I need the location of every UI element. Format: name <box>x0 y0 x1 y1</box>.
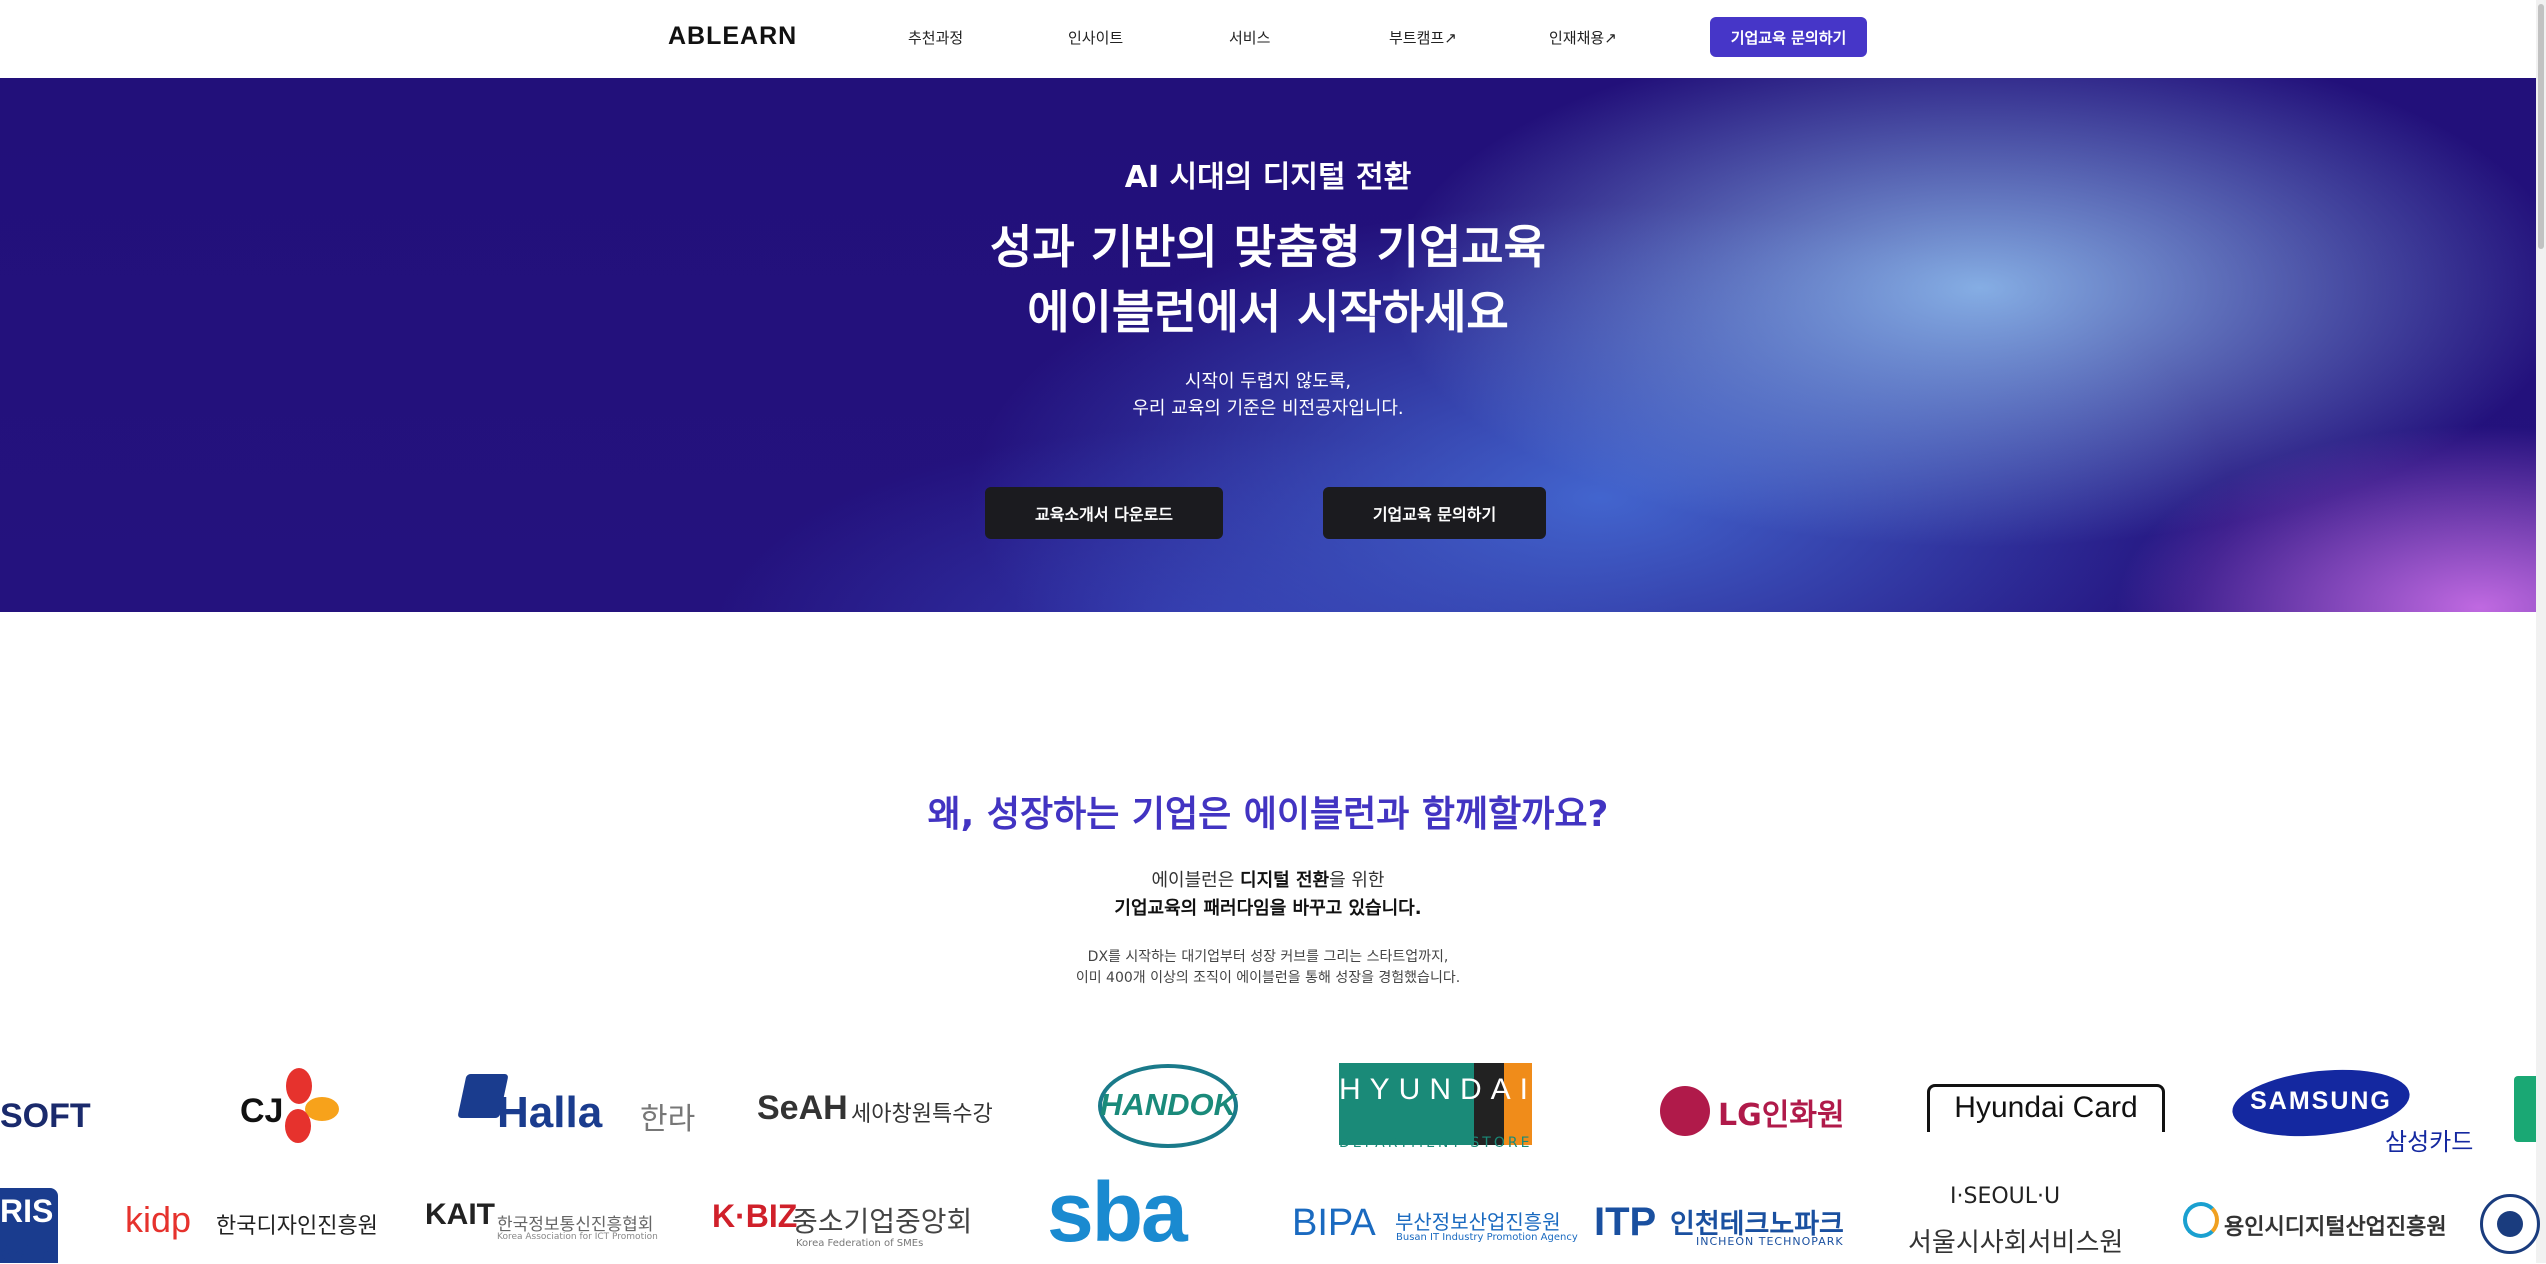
kait-sub: Korea Association for ICT Promotion <box>497 1232 658 1242</box>
university-seal <box>2480 1194 2540 1254</box>
ablearn-logo[interactable]: ABLEARN <box>668 22 797 51</box>
cj-wordmark: CJ <box>240 1092 284 1130</box>
soft-logo: SOFT <box>0 1097 91 1135</box>
yongin-icon <box>2183 1202 2219 1238</box>
hero-title-line2: 에이블런에서 시작하세요 <box>1027 285 1509 339</box>
page-scrollbar-thumb[interactable] <box>2538 4 2544 249</box>
hyundaicard-logo: Hyundai Card <box>1954 1091 2138 1124</box>
ris-sub: 술정보원 <box>0 1244 59 1263</box>
hero-subtitle-line2: 우리 교육의 기준은 비전공자입니다. <box>1132 398 1404 419</box>
hyundai-dept-logo: HYUNDAI <box>1339 1063 1532 1145</box>
nav-bootcamp[interactable]: 부트캠프↗ <box>1389 27 1457 48</box>
ris-logo: RIS <box>0 1193 54 1229</box>
lg-logo: LG인화원 <box>1718 1098 1845 1133</box>
hero-subtitle-line1: 시작이 두렵지 않도록, <box>1184 371 1352 392</box>
kidp-korean: 한국디자인진흥원 <box>216 1214 378 1239</box>
samsungcard-korean: 삼성카드 <box>2385 1128 2474 1156</box>
bipa-korean: 부산정보산업진흥원 <box>1395 1210 1561 1234</box>
lg-icon <box>1660 1086 1710 1136</box>
sba-logo: sba <box>1047 1165 1188 1259</box>
halla-korean: 한라 <box>640 1102 696 1137</box>
nav-recruitment[interactable]: 인재채용↗ <box>1549 27 1617 48</box>
why-section-title: 왜, 성장하는 기업은 에이블런과 함께할까요? <box>927 794 1609 835</box>
nav-recommended-courses[interactable]: 추천과정 <box>908 27 963 48</box>
why-line1: 에이블런은 디지털 전환을 위한 <box>1151 870 1385 891</box>
kidp-logo: kidp <box>125 1199 192 1240</box>
itp-sub: INCHEON TECHNOPARK <box>1696 1235 1844 1248</box>
why-small-line1: DX를 시작하는 대기업부터 성장 커브를 그리는 스타트업까지, <box>1087 949 1449 965</box>
halla-logo: Halla <box>497 1088 603 1137</box>
kbiz-sub: Korea Federation of SMEs <box>796 1238 924 1249</box>
seah-logo: SeAH <box>757 1089 848 1127</box>
kbiz-logo: K·BIZ <box>712 1198 798 1234</box>
header-inquiry-button[interactable]: 기업교육 문의하기 <box>1710 17 1867 57</box>
kbiz-korean: 중소기업중앙회 <box>792 1205 973 1238</box>
hero-title-line1: 성과 기반의 맞춤형 기업교육 <box>990 220 1546 274</box>
next-logo-partial <box>2514 1076 2536 1142</box>
samsung-logo: SAMSUNG <box>2250 1087 2392 1115</box>
hyundai-wordmark: HYUNDAI <box>1339 1073 1538 1106</box>
yongin-logo: 용인시디지털산업진흥원 <box>2224 1215 2447 1240</box>
kait-logo: KAIT <box>425 1198 495 1231</box>
nav-insight[interactable]: 인사이트 <box>1068 27 1123 48</box>
download-brochure-button[interactable]: 교육소개서 다운로드 <box>985 487 1223 539</box>
hero-kicker: AI 시대의 디지털 전환 <box>1124 160 1412 195</box>
corporate-inquiry-button[interactable]: 기업교육 문의하기 <box>1323 487 1546 539</box>
bipa-sub: Busan IT Industry Promotion Agency <box>1396 1232 1578 1243</box>
seoul-social-service-korean: 서울시사회서비스원 <box>1908 1228 2124 1258</box>
bipa-logo: BIPA <box>1292 1202 1376 1244</box>
top-header: ABLEARN 추천과정 인사이트 서비스 부트캠프↗ 인재채용↗ 기업교육 문… <box>0 0 2546 78</box>
nav-service[interactable]: 서비스 <box>1229 27 1270 48</box>
seah-korean: 세아창원특수강 <box>851 1102 993 1127</box>
why-line2: 기업교육의 패러다임을 바꾸고 있습니다. <box>1114 898 1422 919</box>
handok-logo: HANDOK <box>1100 1087 1237 1122</box>
why-small-line2: 이미 400개 이상의 조직이 에이블런을 통해 성장을 경험했습니다. <box>1075 970 1461 986</box>
hyundai-dept-sub: DEPARTMENT STORE <box>1339 1135 1533 1151</box>
iseoulu-logo: I·SEOUL·U <box>1950 1184 2061 1209</box>
hero-banner: AI 시대의 디지털 전환 성과 기반의 맞춤형 기업교육 에이블런에서 시작하… <box>0 78 2536 612</box>
itp-logo: ITP <box>1594 1200 1657 1244</box>
